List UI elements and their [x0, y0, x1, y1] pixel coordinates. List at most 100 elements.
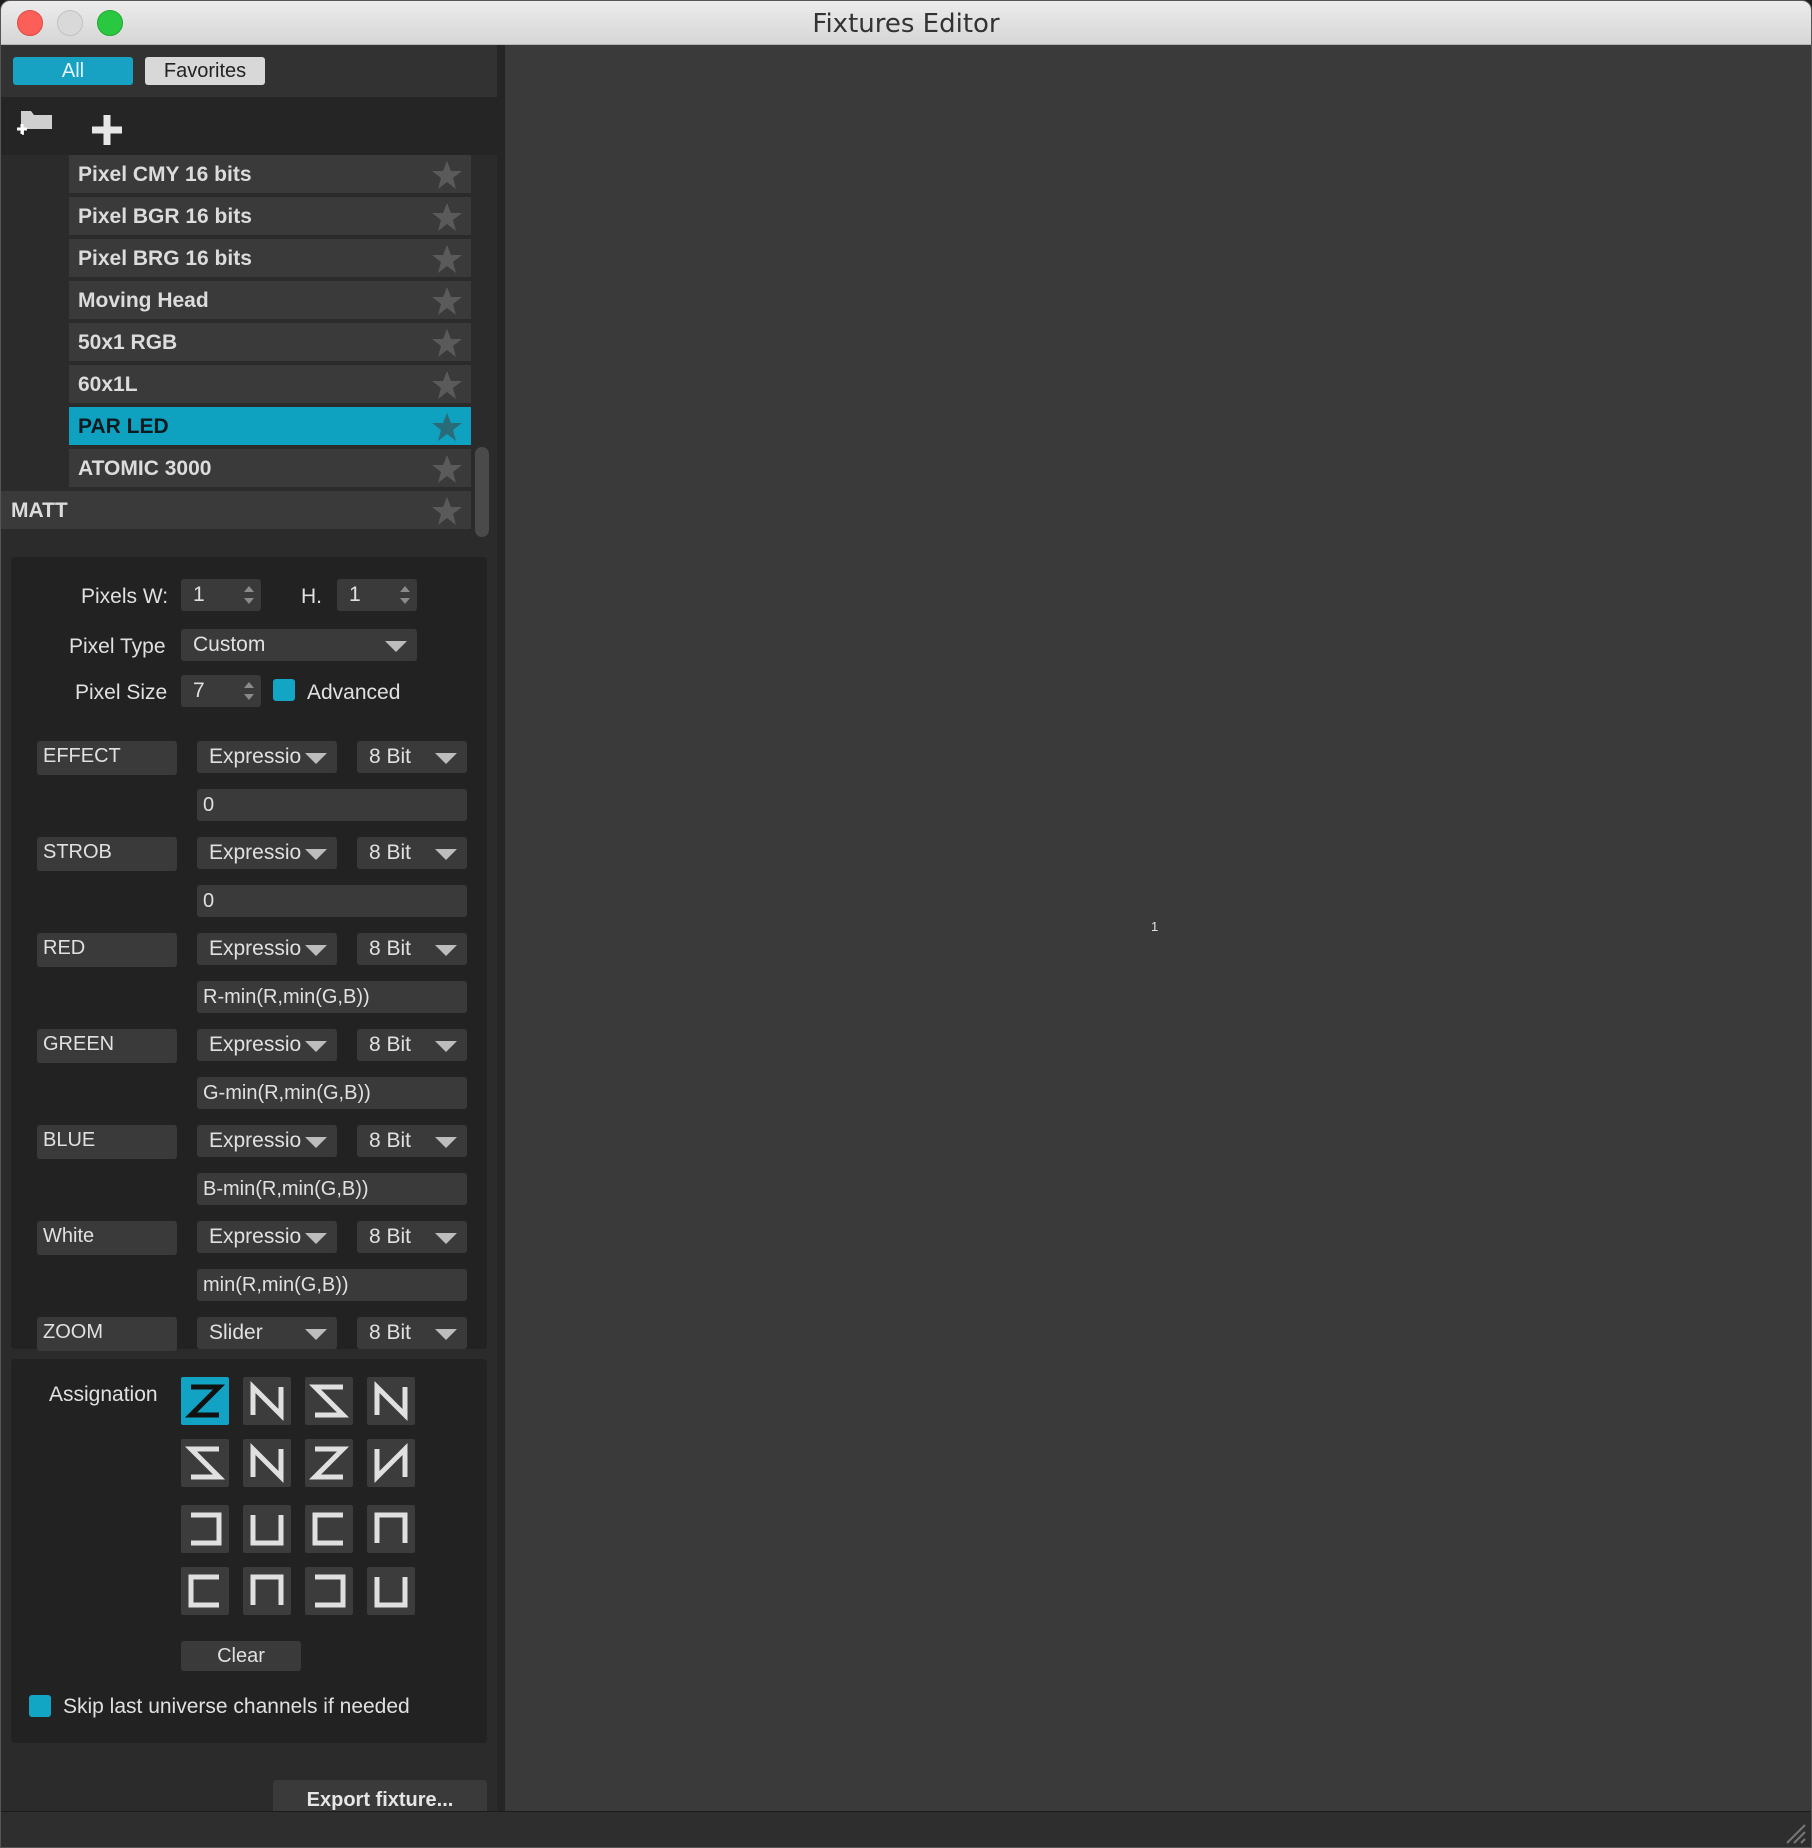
zigzag-z-icon[interactable]: [181, 1377, 229, 1425]
snake-right-rev-icon[interactable]: [305, 1567, 353, 1615]
fixture-preview-canvas[interactable]: 1: [505, 45, 1811, 1811]
list-scrollbar[interactable]: [475, 447, 489, 537]
pixel-type-select[interactable]: Custom: [181, 629, 417, 661]
channel-bits-select[interactable]: 8 Bit: [357, 741, 467, 773]
fixture-name: PAR LED: [78, 415, 169, 438]
channel-expression-field[interactable]: G-min(R,min(G,B)): [197, 1077, 467, 1109]
channel-name-field[interactable]: STROB: [37, 837, 177, 871]
advanced-checkbox[interactable]: [273, 679, 295, 701]
snake-up-rev-icon[interactable]: [243, 1567, 291, 1615]
fixture-list: Pixel CMY 16 bits Pixel BGR 16 bits Pixe…: [1, 155, 497, 539]
channel-expression-field[interactable]: R-min(R,min(G,B)): [197, 981, 467, 1013]
chevron-down-icon: [305, 1137, 327, 1148]
channel-bits-select[interactable]: 8 Bit: [357, 837, 467, 869]
channel-mode-select[interactable]: Slider: [197, 1317, 337, 1349]
pixels-w-label: Pixels W:: [81, 585, 169, 608]
snake-down-icon[interactable]: [367, 1505, 415, 1553]
skip-channels-checkbox[interactable]: [29, 1695, 51, 1717]
tab-all[interactable]: All: [13, 57, 133, 85]
snake-left-icon[interactable]: [181, 1505, 229, 1553]
snake-up-icon[interactable]: [243, 1505, 291, 1553]
channel-bits-select[interactable]: 8 Bit: [357, 1221, 467, 1253]
channel-expression-field[interactable]: min(R,min(G,B)): [197, 1269, 467, 1301]
channel-expression-field[interactable]: 0: [197, 885, 467, 917]
favorite-star-icon[interactable]: [431, 369, 463, 401]
zigzag-s-icon[interactable]: [181, 1439, 229, 1487]
channel-mode-value: Slider: [209, 1321, 263, 1344]
zigzag-n-up-icon[interactable]: [243, 1439, 291, 1487]
channel-expression-field[interactable]: B-min(R,min(G,B)): [197, 1173, 467, 1205]
channel-bits-select[interactable]: 8 Bit: [357, 1029, 467, 1061]
channel-name-field[interactable]: GREEN: [37, 1029, 177, 1063]
zigzag-n-icon[interactable]: [243, 1377, 291, 1425]
favorite-star-icon[interactable]: [431, 285, 463, 317]
add-folder-icon[interactable]: [13, 103, 61, 151]
channel-bits-value: 8 Bit: [369, 937, 412, 960]
pixels-h-stepper[interactable]: 1: [337, 579, 417, 611]
channel-name-field[interactable]: BLUE: [37, 1125, 177, 1159]
list-item[interactable]: ATOMIC 3000: [69, 449, 471, 489]
channel-mode-select[interactable]: Expressio: [197, 1221, 337, 1253]
fixture-group[interactable]: MATT: [1, 491, 471, 531]
list-item[interactable]: Pixel BRG 16 bits: [69, 239, 471, 279]
channel-mode-value: Expressio: [209, 1033, 302, 1056]
status-bar: [1, 1811, 1811, 1847]
fixtures-editor-window: Fixtures Editor All Favorites Pixel CMY …: [0, 0, 1812, 1848]
channel-bits-select[interactable]: 8 Bit: [357, 1125, 467, 1157]
list-item[interactable]: 50x1 RGB: [69, 323, 471, 363]
channel-mode-select[interactable]: Expressio: [197, 741, 337, 773]
stepper-arrows-icon[interactable]: [241, 582, 257, 608]
channel-name-field[interactable]: RED: [37, 933, 177, 967]
channel-bits-select[interactable]: 8 Bit: [357, 933, 467, 965]
channel-mode-select[interactable]: Expressio: [197, 1029, 337, 1061]
pixels-w-stepper[interactable]: 1: [181, 579, 261, 611]
channel-bits-value: 8 Bit: [369, 1033, 412, 1056]
channel-mode-select[interactable]: Expressio: [197, 933, 337, 965]
favorite-star-icon[interactable]: [431, 327, 463, 359]
favorite-star-icon[interactable]: [431, 201, 463, 233]
zigzag-n-down-icon[interactable]: [367, 1439, 415, 1487]
stepper-arrows-icon[interactable]: [397, 582, 413, 608]
pixel-size-stepper[interactable]: 7: [181, 675, 261, 707]
snake-left-rev-icon[interactable]: [181, 1567, 229, 1615]
window-title: Fixtures Editor: [812, 9, 1000, 39]
title-bar: Fixtures Editor: [1, 1, 1811, 45]
channel-name-field[interactable]: White: [37, 1221, 177, 1255]
channel-mode-select[interactable]: Expressio: [197, 837, 337, 869]
clear-assignation-button[interactable]: Clear: [181, 1641, 301, 1671]
snake-right-icon[interactable]: [305, 1505, 353, 1553]
zigzag-z-rev-icon[interactable]: [305, 1377, 353, 1425]
tab-favorites[interactable]: Favorites: [145, 57, 265, 85]
list-item[interactable]: Moving Head: [69, 281, 471, 321]
favorite-star-icon[interactable]: [431, 453, 463, 485]
channel-bits-value: 8 Bit: [369, 1129, 412, 1152]
favorite-star-icon[interactable]: [431, 411, 463, 443]
channel-bits-value: 8 Bit: [369, 745, 412, 768]
channel-name-field[interactable]: ZOOM: [37, 1317, 177, 1351]
channel-bits-select[interactable]: 8 Bit: [357, 1317, 467, 1349]
list-item-selected[interactable]: PAR LED: [69, 407, 471, 447]
favorite-star-icon[interactable]: [431, 243, 463, 275]
fixture-name: Moving Head: [78, 289, 209, 312]
channel-mode-select[interactable]: Expressio: [197, 1125, 337, 1157]
panel-splitter[interactable]: [497, 45, 505, 1811]
height-label: H.: [301, 585, 322, 608]
resize-grip-icon[interactable]: [1781, 1819, 1807, 1845]
zigzag-s-rev-icon[interactable]: [305, 1439, 353, 1487]
channel-name-field[interactable]: EFFECT: [37, 741, 177, 775]
favorite-star-icon[interactable]: [431, 159, 463, 191]
channel-mode-value: Expressio: [209, 1225, 302, 1248]
add-fixture-icon[interactable]: [83, 107, 131, 155]
favorite-star-icon[interactable]: [431, 495, 463, 527]
chevron-down-icon: [305, 945, 327, 956]
snake-down-rev-icon[interactable]: [367, 1567, 415, 1615]
list-item[interactable]: Pixel CMY 16 bits: [69, 155, 471, 195]
channel-expression-field[interactable]: 0: [197, 789, 467, 821]
pixel-size-label: Pixel Size: [75, 681, 168, 704]
list-item[interactable]: Pixel BGR 16 bits: [69, 197, 471, 237]
chevron-down-icon: [385, 641, 407, 652]
zigzag-n-rev-icon[interactable]: [367, 1377, 415, 1425]
assignation-label: Assignation: [49, 1383, 158, 1406]
stepper-arrows-icon[interactable]: [241, 678, 257, 704]
list-item[interactable]: 60x1L: [69, 365, 471, 405]
